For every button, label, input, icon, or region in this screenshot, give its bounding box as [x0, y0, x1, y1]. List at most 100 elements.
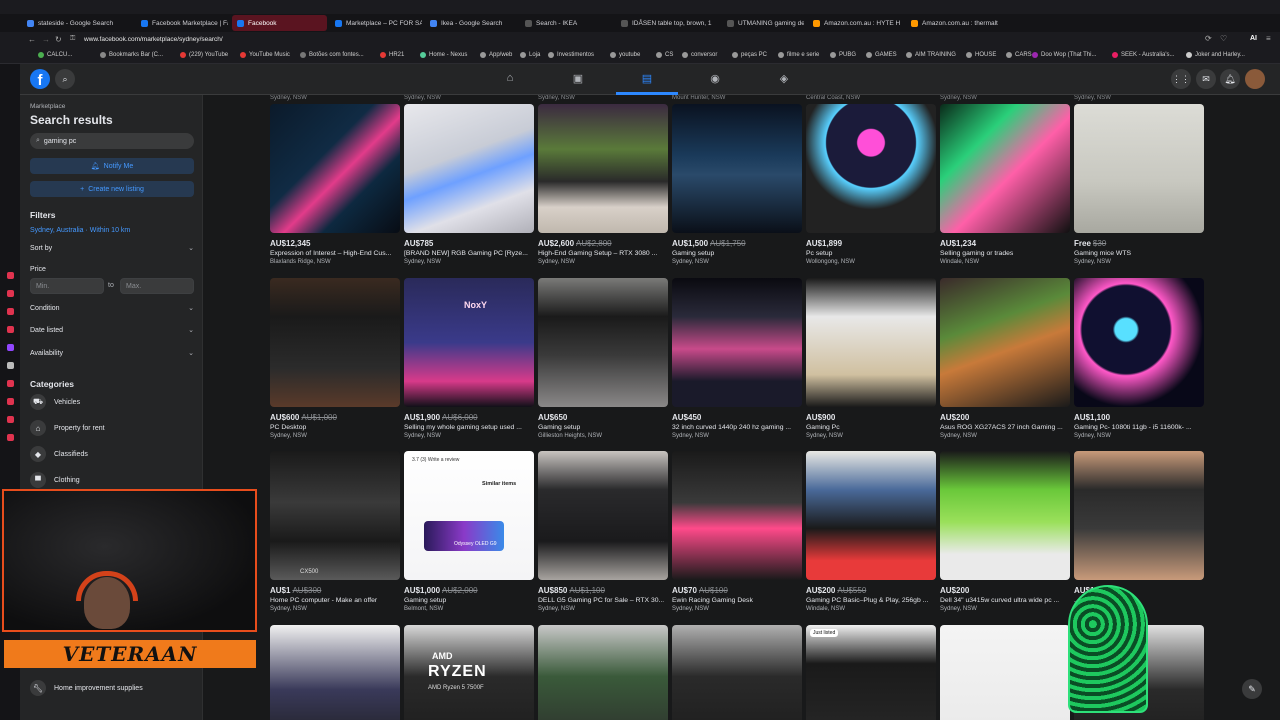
listing-card[interactable]: AU$900 Gaming Pc Sydney, NSW: [806, 278, 936, 439]
browser-tab[interactable]: Amazon.com.au : HYTE H: [808, 15, 904, 31]
listing-photo[interactable]: NoxY: [404, 278, 534, 407]
extensions-icon[interactable]: ⟳: [1205, 34, 1212, 43]
bookmark-item[interactable]: CS: [656, 52, 673, 58]
location-filter[interactable]: Sydney, Australia · Within 10 km: [30, 227, 130, 234]
bookmark-item[interactable]: HR21: [380, 52, 404, 58]
listing-photo[interactable]: [1074, 104, 1204, 233]
compose-icon[interactable]: ✎: [1242, 679, 1262, 699]
url-field[interactable]: www.facebook.com/marketplace/sydney/sear…: [84, 36, 223, 43]
listing-card[interactable]: [270, 625, 400, 720]
forward-icon[interactable]: →: [42, 35, 50, 44]
category-property-for-rent[interactable]: ⌂ Property for rent: [30, 420, 105, 436]
listing-card[interactable]: AU$1,899 Pc setup Wollongong, NSW: [806, 104, 936, 265]
listing-photo[interactable]: [806, 451, 936, 580]
watch-icon[interactable]: ▣: [570, 70, 586, 86]
groups-icon[interactable]: ◉: [707, 70, 723, 86]
bookmark-item[interactable]: Bookmarks Bar (C...: [100, 52, 163, 58]
vk-icon[interactable]: [7, 326, 14, 333]
listing-photo[interactable]: [672, 278, 802, 407]
listing-card[interactable]: Just listed: [806, 625, 936, 720]
listing-card[interactable]: AU$1,234 Selling gaming or trades Windale,…: [940, 104, 1070, 265]
listing-photo[interactable]: [270, 625, 400, 720]
bookmark-item[interactable]: CALCU...: [38, 52, 72, 58]
listing-photo[interactable]: [672, 625, 802, 720]
facebook-logo-icon[interactable]: f: [30, 69, 50, 89]
listing-photo[interactable]: Just listed: [806, 625, 936, 720]
listing-card[interactable]: AU$1,100 Gaming Pc- 1080ti 11gb - i5 1160…: [1074, 278, 1204, 439]
bookmark-item[interactable]: HOUSE: [966, 52, 996, 58]
bookmark-item[interactable]: peças PC: [732, 52, 767, 58]
listing-card[interactable]: 3.7 (3) Write a review Similar items Odyss…: [404, 451, 534, 612]
bookmark-item[interactable]: Doo Wop (That Thi...: [1032, 52, 1096, 58]
listing-card[interactable]: AU$12,345 Expression of Interest – High-E…: [270, 104, 400, 265]
browser-tab[interactable]: Ikea - Google Search: [425, 15, 517, 31]
listing-photo[interactable]: [672, 104, 802, 233]
listing-photo[interactable]: [940, 451, 1070, 580]
bookmark-item[interactable]: Botões com fontes...: [300, 52, 364, 58]
listing-card[interactable]: AU$200 Asus ROG XG27ACS 27 inch Gaming ..…: [940, 278, 1070, 439]
listing-photo[interactable]: [806, 104, 936, 233]
notifications-icon[interactable]: 🔔︎: [1220, 69, 1240, 89]
heart-icon[interactable]: ♡: [1220, 34, 1227, 43]
reload-icon[interactable]: ↻: [55, 35, 62, 44]
listing-photo[interactable]: [538, 625, 668, 720]
listing-photo[interactable]: AMD RYZEN AMD Ryzen 5 7500F: [404, 625, 534, 720]
bookmark-item[interactable]: (229) YouTube: [180, 52, 228, 58]
browser-tab[interactable]: Amazon.com.au : thermalt: [906, 15, 1006, 31]
listing-card[interactable]: AU$785 [BRAND NEW] RGB Gaming PC [Ryze...…: [404, 104, 534, 265]
listing-card[interactable]: AMD RYZEN AMD Ryzen 5 7500F: [404, 625, 534, 720]
listing-card[interactable]: [538, 625, 668, 720]
bookmark-item[interactable]: GAMES: [866, 52, 897, 58]
listing-card[interactable]: Free $30 Gaming mice WTS Sydney, NSW: [1074, 104, 1204, 265]
category-clothing[interactable]: ▀ Clothing: [30, 472, 80, 488]
listing-photo[interactable]: [270, 104, 400, 233]
notify-me-button[interactable]: 🔔︎ Notify Me: [30, 158, 194, 174]
listing-card[interactable]: AU$1,500 AU$1,750 Gaming setup Sydney, NSW: [672, 104, 802, 265]
category-home-improvement[interactable]: 🔧︎ Home improvement supplies: [30, 680, 143, 696]
ai-icon[interactable]: AI: [1250, 35, 1257, 42]
spotify-icon[interactable]: [7, 380, 14, 387]
browser-tab[interactable]: IDÅSEN table top, brown, 1: [616, 15, 718, 31]
bookmark-item[interactable]: Joker and Harley...: [1186, 52, 1245, 58]
messenger-icon[interactable]: [7, 272, 14, 279]
listing-card[interactable]: AU$70 AU$100 Ewin Racing Gaming Desk Sydney…: [672, 451, 802, 612]
breadcrumb[interactable]: Marketplace: [30, 103, 65, 110]
condition-dropdown[interactable]: Condition ⌄: [30, 304, 194, 313]
listing-photo[interactable]: [940, 278, 1070, 407]
date-listed-dropdown[interactable]: Date listed ⌄: [30, 326, 194, 335]
listing-photo[interactable]: [1074, 278, 1204, 407]
browser-tab[interactable]: Facebook Marketplace | Fa: [136, 15, 228, 31]
listing-photo[interactable]: [806, 278, 936, 407]
avatar[interactable]: [1245, 69, 1265, 89]
history-icon[interactable]: [7, 434, 14, 441]
back-icon[interactable]: ←: [28, 35, 36, 44]
bookmark-item[interactable]: filme e serie: [778, 52, 819, 58]
menu-icon[interactable]: ≡: [1266, 34, 1271, 43]
bookmark-item[interactable]: Home - Nexus: [420, 52, 467, 58]
bookmark-item[interactable]: AIM TRAINING: [906, 52, 956, 58]
listing-photo[interactable]: [538, 278, 668, 407]
bookmark-item[interactable]: CARS: [1006, 52, 1032, 58]
bookmark-item[interactable]: YouTube Music: [240, 52, 290, 58]
sort-by-dropdown[interactable]: Sort by ⌄: [30, 244, 194, 253]
gaming-icon[interactable]: ◈: [776, 70, 792, 86]
music-icon[interactable]: [7, 398, 14, 405]
listing-card[interactable]: AU$450 32 inch curved 1440p 240 hz gaming…: [672, 278, 802, 439]
listing-card[interactable]: [672, 625, 802, 720]
listing-photo[interactable]: [404, 104, 534, 233]
bookmark-item[interactable]: conversor: [682, 52, 717, 58]
listing-card[interactable]: AU$650 Gaming setup Gillieston Heights, NS…: [538, 278, 668, 439]
bookmark-item[interactable]: Loja: [520, 52, 540, 58]
browser-tab[interactable]: stateside - Google Search: [22, 15, 130, 31]
price-max-input[interactable]: Max.: [120, 278, 194, 294]
listing-photo[interactable]: [538, 451, 668, 580]
twitch-icon[interactable]: [7, 344, 14, 351]
listing-card[interactable]: AU$850 AU$1,100 DELL G5 Gaming PC for Sale…: [538, 451, 668, 612]
listing-photo[interactable]: [270, 278, 400, 407]
bookmark-item[interactable]: SEEK - Australia's...: [1112, 52, 1175, 58]
listing-card[interactable]: NoxY AU$1,900 AU$6,000 Selling my whole gam…: [404, 278, 534, 439]
whatsapp-icon[interactable]: [7, 290, 14, 297]
bookmark-item[interactable]: Investimentos: [548, 52, 594, 58]
x-icon[interactable]: [7, 362, 14, 369]
browser-tab[interactable]: Facebook: [232, 15, 327, 31]
